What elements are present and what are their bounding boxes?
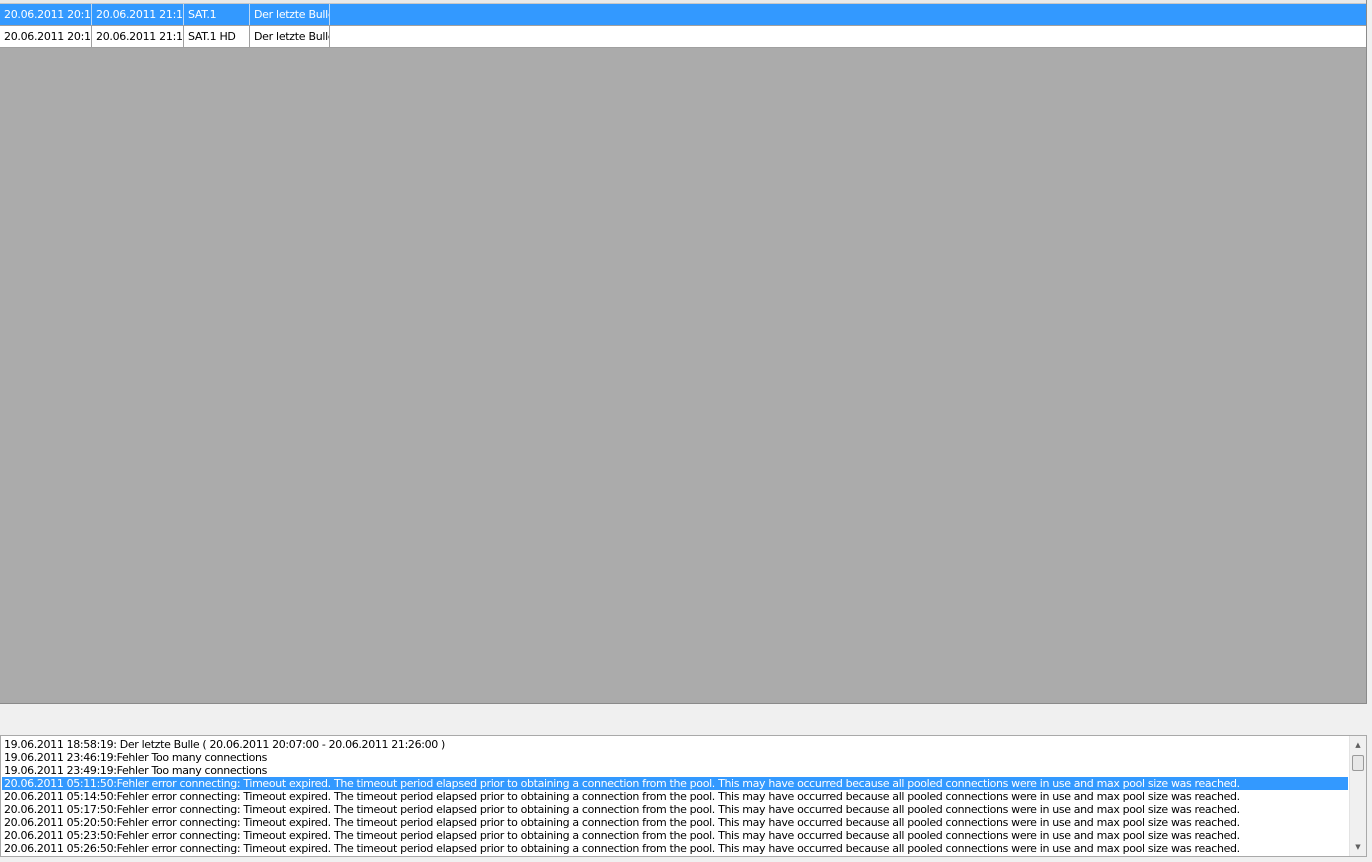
log-listbox[interactable]: 19.06.2011 18:58:19: Der letzte Bulle ( … [0,735,1367,857]
app-window: 20.06.2011 20:14 20.06.2011 21:16 SAT.1 … [0,0,1372,862]
log-line[interactable]: 20.06.2011 05:14:50:Fehler error connect… [2,790,1348,803]
cell-end-time[interactable]: 20.06.2011 21:16 [92,4,184,25]
recordings-grid[interactable]: 20.06.2011 20:14 20.06.2011 21:16 SAT.1 … [0,0,1367,704]
log-line[interactable]: 19.06.2011 23:49:19:Fehler Too many conn… [2,764,1348,777]
grid-row[interactable]: 20.06.2011 20:14 20.06.2011 21:16 SAT.1 … [0,4,1366,26]
log-line[interactable]: 20.06.2011 05:26:50:Fehler error connect… [2,842,1348,855]
cell-empty [330,26,1366,47]
cell-channel[interactable]: SAT.1 HD [184,26,250,47]
log-line[interactable]: 19.06.2011 23:46:19:Fehler Too many conn… [2,751,1348,764]
arrow-down-icon[interactable]: ▼ [1350,839,1366,855]
cell-title[interactable]: Der letzte Bulle [250,4,330,25]
cell-empty [330,4,1366,25]
cell-channel[interactable]: SAT.1 [184,4,250,25]
grid-rows: 20.06.2011 20:14 20.06.2011 21:16 SAT.1 … [0,4,1366,48]
log-line[interactable]: 20.06.2011 05:23:50:Fehler error connect… [2,829,1348,842]
cell-start-time[interactable]: 20.06.2011 20:14 [0,26,92,47]
grid-row[interactable]: 20.06.2011 20:14 20.06.2011 21:15 SAT.1 … [0,26,1366,48]
cell-end-time[interactable]: 20.06.2011 21:15 [92,26,184,47]
arrow-up-icon[interactable]: ▲ [1350,737,1366,753]
log-lines: 19.06.2011 18:58:19: Der letzte Bulle ( … [2,738,1348,855]
log-line[interactable]: 20.06.2011 05:17:50:Fehler error connect… [2,803,1348,816]
log-line[interactable]: 19.06.2011 18:58:19: Der letzte Bulle ( … [2,738,1348,751]
cell-start-time[interactable]: 20.06.2011 20:14 [0,4,92,25]
log-line-selected[interactable]: 20.06.2011 05:11:50:Fehler error connect… [2,777,1348,790]
log-scrollbar[interactable]: ▲ ▼ [1349,736,1366,856]
log-line[interactable]: 20.06.2011 05:20:50:Fehler error connect… [2,816,1348,829]
scrollbar-thumb[interactable] [1352,755,1364,771]
cell-title[interactable]: Der letzte Bulle [250,26,330,47]
